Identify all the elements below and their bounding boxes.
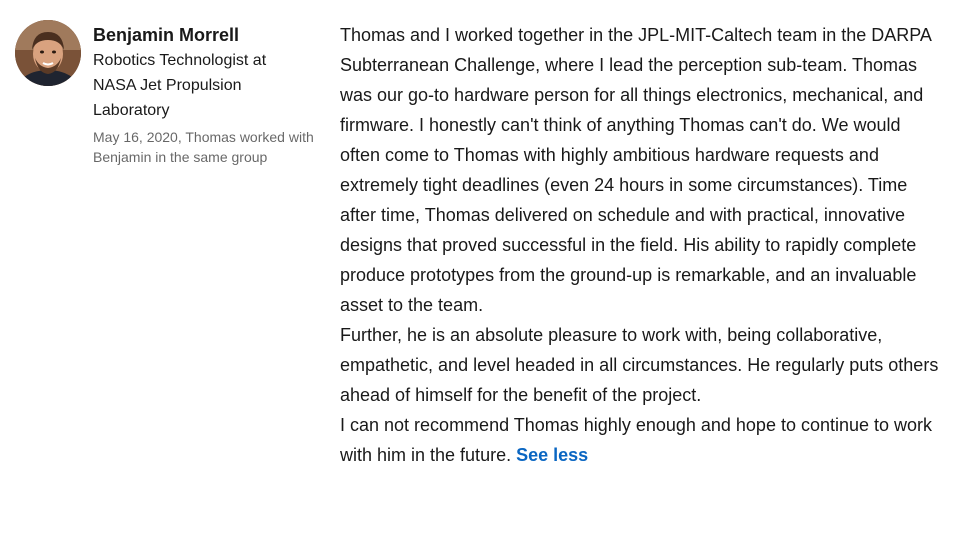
recommendation-paragraph: I can not recommend Thomas highly enough… [340, 410, 940, 470]
recommendation-paragraph-text: I can not recommend Thomas highly enough… [340, 415, 933, 465]
profile-photo-icon [15, 20, 81, 86]
recommendation-card: Benjamin Morrell Robotics Technologist a… [0, 0, 954, 536]
recommendation-paragraph: Further, he is an absolute pleasure to w… [340, 325, 939, 405]
recommender-info: Benjamin Morrell Robotics Technologist a… [93, 22, 323, 167]
recommendation-meta: May 16, 2020, Thomas worked with Benjami… [93, 129, 314, 165]
recommendation-text: Thomas and I worked together in the JPL-… [340, 20, 940, 470]
see-less-link[interactable]: See less [516, 445, 588, 465]
recommender-avatar[interactable] [15, 20, 81, 86]
recommendation-paragraph: Thomas and I worked together in the JPL-… [340, 25, 931, 315]
recommender-name[interactable]: Benjamin Morrell [93, 22, 323, 48]
recommender-headline: Robotics Technologist at NASA Jet Propul… [93, 52, 267, 119]
